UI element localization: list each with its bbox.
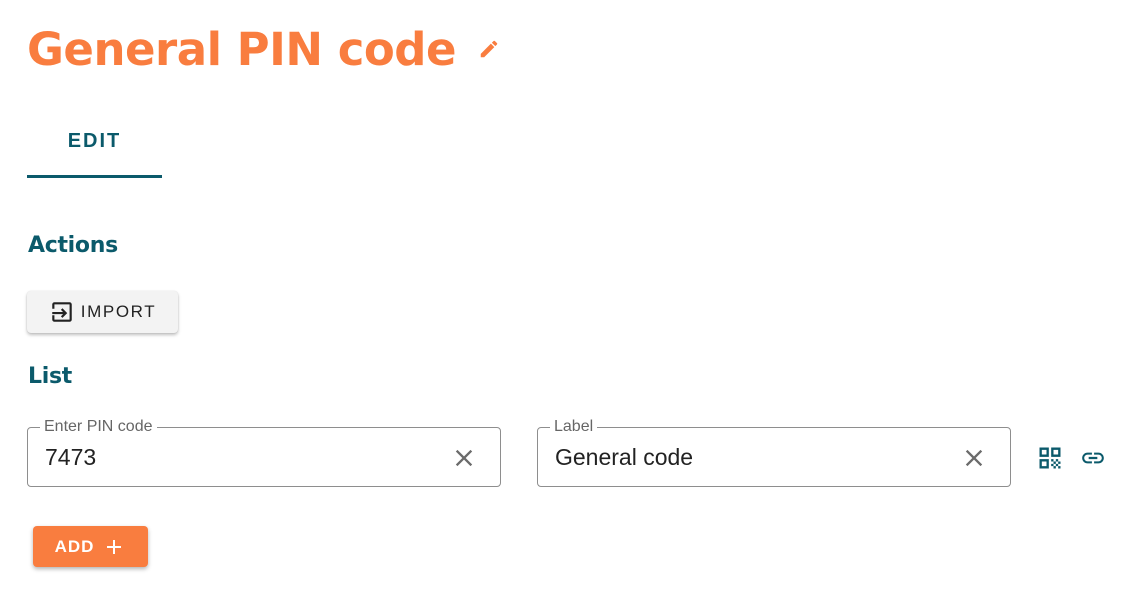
add-button-label: ADD: [54, 536, 95, 556]
pin-code-legend: Enter PIN code: [40, 418, 157, 436]
page-header: General PIN code: [27, 18, 500, 80]
import-button-label: IMPORT: [80, 302, 157, 321]
page-title: General PIN code: [27, 22, 457, 76]
import-button[interactable]: IMPORT: [27, 291, 178, 333]
link-icon[interactable]: [1076, 445, 1110, 471]
plus-icon: [102, 535, 126, 559]
pin-code-field: Enter PIN code: [27, 418, 501, 487]
pin-code-input[interactable]: [45, 442, 425, 472]
add-button[interactable]: ADD: [33, 526, 148, 567]
tab-bar: EDIT: [27, 118, 162, 178]
pencil-icon[interactable]: [478, 38, 500, 60]
close-icon[interactable]: [450, 444, 478, 472]
actions-heading: Actions: [28, 233, 118, 258]
label-input[interactable]: [555, 442, 935, 472]
qr-code-icon[interactable]: [1036, 444, 1064, 472]
close-icon[interactable]: [960, 444, 988, 472]
label-legend: Label: [550, 418, 598, 436]
tab-edit[interactable]: EDIT: [27, 118, 162, 178]
list-heading: List: [28, 364, 72, 389]
label-field: Label: [537, 418, 1011, 487]
import-icon: [49, 299, 75, 325]
